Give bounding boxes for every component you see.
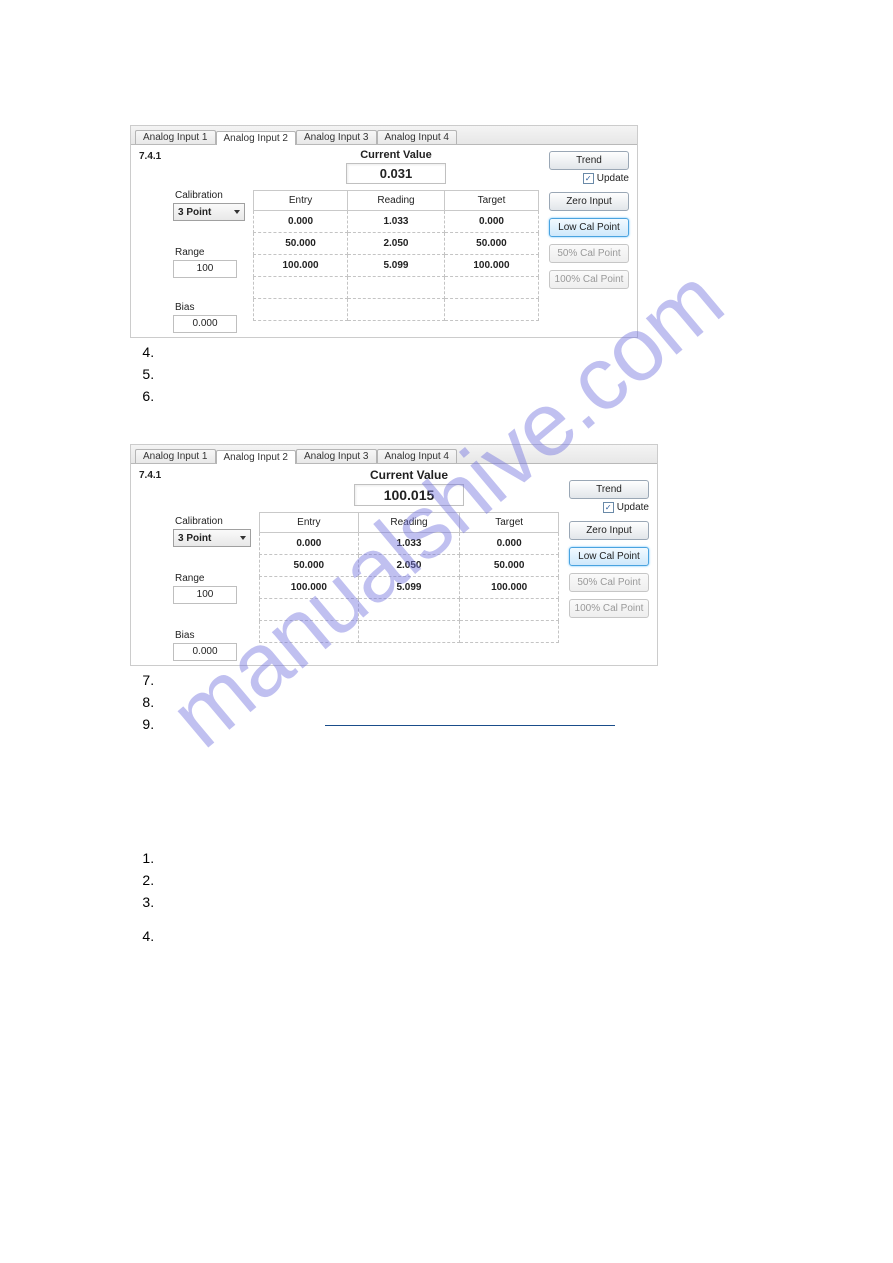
current-value-display: 0.031 (346, 163, 446, 184)
tab-analog-input-3[interactable]: Analog Input 3 (296, 449, 377, 463)
hundred-cal-point-button[interactable]: 100% Cal Point (569, 599, 649, 618)
table-row: 100.0005.099100.000 (254, 255, 539, 277)
list-item: x (158, 894, 793, 910)
chevron-down-icon (240, 536, 246, 540)
list-item: x (158, 388, 793, 404)
tab-analog-input-2[interactable]: Analog Input 2 (216, 450, 297, 464)
zero-input-button[interactable]: Zero Input (569, 521, 649, 540)
table-row (260, 599, 559, 621)
col-target: Target (444, 191, 538, 211)
list-item: x (158, 850, 793, 866)
update-checkbox-row[interactable]: ✓ Update (549, 173, 629, 184)
calibration-label: Calibration (175, 190, 249, 201)
ui-screenshot-2: Analog Input 1 Analog Input 2 Analog Inp… (130, 444, 658, 666)
range-input[interactable]: 100 (173, 586, 237, 604)
hundred-cal-point-button[interactable]: 100% Cal Point (549, 270, 629, 289)
list-item: x (158, 672, 793, 688)
calibration-select[interactable]: 3 Point (173, 203, 245, 221)
current-value-label: Current Value (259, 468, 559, 482)
calibration-select[interactable]: 3 Point (173, 529, 251, 547)
table-row: 50.0002.05050.000 (260, 555, 559, 577)
range-label: Range (175, 573, 255, 584)
tab-analog-input-2[interactable]: Analog Input 2 (216, 131, 297, 145)
cross-reference-link[interactable] (325, 725, 615, 726)
range-label: Range (175, 247, 249, 258)
step-list-1: x x x (158, 344, 793, 404)
bias-label: Bias (175, 630, 255, 641)
tab-analog-input-4[interactable]: Analog Input 4 (377, 449, 458, 463)
list-item: x (158, 716, 793, 732)
update-label: Update (597, 173, 629, 184)
table-row: 100.0005.099100.000 (260, 577, 559, 599)
calibration-value: 3 Point (178, 207, 211, 218)
col-target: Target (460, 513, 559, 533)
section-number: 7.4.1 (135, 149, 169, 333)
update-label: Update (617, 502, 649, 513)
tab-analog-input-3[interactable]: Analog Input 3 (296, 130, 377, 144)
low-cal-point-button[interactable]: Low Cal Point (549, 218, 629, 237)
table-row (254, 299, 539, 321)
tab-bar: Analog Input 1 Analog Input 2 Analog Inp… (131, 445, 657, 464)
zero-input-button[interactable]: Zero Input (549, 192, 629, 211)
table-row (260, 621, 559, 643)
table-row: 0.0001.0330.000 (254, 211, 539, 233)
bias-input[interactable]: 0.000 (173, 643, 237, 661)
list-item: x (158, 694, 793, 710)
table-row: 0.0001.0330.000 (260, 533, 559, 555)
current-value-label: Current Value (253, 149, 539, 161)
current-value-display: 100.015 (354, 484, 464, 506)
update-checkbox-row[interactable]: ✓ Update (569, 502, 649, 513)
step-list-3: x x x x (158, 850, 793, 944)
fifty-cal-point-button[interactable]: 50% Cal Point (549, 244, 629, 263)
tab-analog-input-1[interactable]: Analog Input 1 (135, 130, 216, 144)
step-list-2: x x x (158, 672, 793, 732)
bias-label: Bias (175, 302, 249, 313)
calibration-table: Entry Reading Target 0.0001.0330.000 50.… (259, 512, 559, 643)
list-item: x (158, 928, 793, 944)
calibration-table: Entry Reading Target 0.0001.0330.000 50.… (253, 190, 539, 321)
col-reading: Reading (358, 513, 460, 533)
list-item: x (158, 344, 793, 360)
tab-analog-input-1[interactable]: Analog Input 1 (135, 449, 216, 463)
tab-analog-input-4[interactable]: Analog Input 4 (377, 130, 458, 144)
ui-screenshot-1: Analog Input 1 Analog Input 2 Analog Inp… (130, 125, 638, 338)
col-entry: Entry (260, 513, 359, 533)
col-entry: Entry (254, 191, 348, 211)
low-cal-point-button[interactable]: Low Cal Point (569, 547, 649, 566)
chevron-down-icon (234, 210, 240, 214)
trend-button[interactable]: Trend (549, 151, 629, 170)
table-row: 50.0002.05050.000 (254, 233, 539, 255)
list-item: x (158, 872, 793, 888)
fifty-cal-point-button[interactable]: 50% Cal Point (569, 573, 649, 592)
checkbox-icon: ✓ (583, 173, 594, 184)
col-reading: Reading (348, 191, 445, 211)
tab-bar: Analog Input 1 Analog Input 2 Analog Inp… (131, 126, 637, 145)
bias-input[interactable]: 0.000 (173, 315, 237, 333)
calibration-value: 3 Point (178, 533, 211, 544)
list-item: x (158, 366, 793, 382)
checkbox-icon: ✓ (603, 502, 614, 513)
calibration-label: Calibration (175, 516, 255, 527)
table-row (254, 277, 539, 299)
trend-button[interactable]: Trend (569, 480, 649, 499)
section-number: 7.4.1 (135, 468, 169, 661)
range-input[interactable]: 100 (173, 260, 237, 278)
